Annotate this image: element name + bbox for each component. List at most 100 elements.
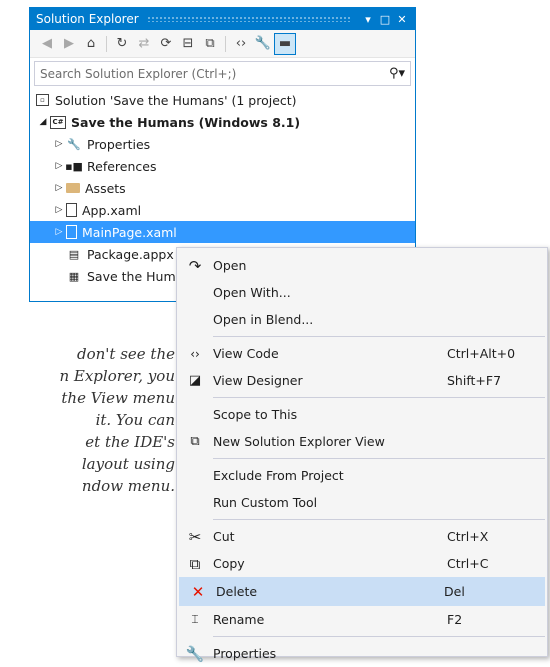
tree-item-app-xaml[interactable]: ▷ App.xaml bbox=[30, 199, 415, 221]
menu-item-label: View Code bbox=[213, 346, 279, 361]
collapsed-arrow-icon[interactable]: ▷ bbox=[52, 161, 66, 171]
csharp-project-icon: C# bbox=[50, 115, 66, 129]
title-grip[interactable] bbox=[146, 16, 350, 22]
dropdown-icon[interactable]: ▾ bbox=[361, 13, 375, 26]
solution-icon: ▫ bbox=[36, 94, 49, 106]
new-view-icon: ⧉ bbox=[190, 434, 200, 449]
menu-item-shortcut: Ctrl+Alt+0 bbox=[447, 346, 516, 361]
toolbar: ◀ ▶ ⌂ ↻ ⇄ ⟳ ⊟ ⧉ ‹› 🔧 ▬ bbox=[30, 30, 415, 58]
menu-item-label: Open in Blend... bbox=[213, 312, 314, 327]
note-line: layout using bbox=[81, 455, 175, 473]
collapsed-arrow-icon[interactable]: ▷ bbox=[52, 183, 66, 193]
tree-item-label: Solution 'Save the Humans' (1 project) bbox=[55, 92, 297, 108]
menu-item-label: Scope to This bbox=[213, 407, 298, 422]
pending-changes-icon[interactable]: ↻ bbox=[111, 33, 133, 55]
menu-item-label: Copy bbox=[213, 556, 245, 571]
menu-item-delete[interactable]: ✕ Delete Del bbox=[179, 577, 545, 606]
tree-item-label: Save the Humans (Windows 8.1) bbox=[71, 114, 301, 130]
tree-item-solution[interactable]: ▫ Solution 'Save the Humans' (1 project) bbox=[30, 89, 415, 111]
designer-icon: ◪ bbox=[188, 373, 202, 388]
menu-item-shortcut: Del bbox=[444, 584, 465, 599]
menu-item-copy[interactable]: ⧉ Copy Ctrl+C bbox=[177, 550, 547, 577]
menu-item-new-solution-explorer-view[interactable]: ⧉ New Solution Explorer View bbox=[177, 428, 547, 455]
menu-item-shortcut: Shift+F7 bbox=[447, 373, 502, 388]
properties-wrench-icon[interactable]: 🔧 bbox=[252, 33, 274, 55]
forward-icon[interactable]: ▶ bbox=[58, 33, 80, 55]
menu-item-shortcut: Ctrl+C bbox=[447, 556, 489, 571]
wrench-icon: 🔧 bbox=[67, 137, 81, 151]
handwritten-note: don't see the n Explorer, you the View m… bbox=[0, 343, 175, 497]
collapsed-arrow-icon[interactable]: ▷ bbox=[52, 227, 66, 237]
panel-title: Solution Explorer bbox=[36, 12, 139, 26]
manifest-icon: ▤ bbox=[68, 247, 80, 261]
note-line: et the IDE's bbox=[85, 433, 175, 451]
menu-item-open-in-blend[interactable]: Open in Blend... bbox=[177, 306, 547, 333]
search-icon[interactable]: ⚲▾ bbox=[389, 66, 405, 81]
tree-item-label: Package.appx bbox=[87, 246, 174, 262]
menu-item-open-with[interactable]: Open With... bbox=[177, 279, 547, 306]
note-line: n Explorer, you bbox=[59, 367, 175, 385]
show-all-files-icon[interactable]: ⧉ bbox=[199, 33, 221, 55]
rename-icon: ⌶ bbox=[191, 612, 199, 626]
menu-item-open[interactable]: ↷ Open bbox=[177, 252, 547, 279]
maximize-icon[interactable]: □ bbox=[378, 13, 392, 26]
view-code-icon[interactable]: ‹› bbox=[230, 33, 252, 55]
menu-item-exclude-from-project[interactable]: Exclude From Project bbox=[177, 462, 547, 489]
menu-separator bbox=[213, 336, 545, 337]
preview-selected-icon[interactable]: ▬ bbox=[274, 32, 296, 55]
folder-icon bbox=[66, 183, 80, 193]
note-line: ndow menu. bbox=[81, 477, 175, 495]
menu-item-label: View Designer bbox=[213, 373, 303, 388]
menu-item-label: New Solution Explorer View bbox=[213, 434, 385, 449]
menu-separator bbox=[213, 397, 545, 398]
xaml-file-icon bbox=[66, 225, 77, 239]
collapse-all-icon[interactable]: ⊟ bbox=[177, 33, 199, 55]
certificate-icon: ▦ bbox=[68, 269, 80, 283]
menu-item-label: Properties bbox=[213, 646, 277, 661]
menu-item-rename[interactable]: ⌶ Rename F2 bbox=[177, 606, 547, 633]
tree-item-properties[interactable]: ▷ 🔧 Properties bbox=[30, 133, 415, 155]
collapsed-arrow-icon[interactable]: ▷ bbox=[52, 205, 66, 215]
open-arrow-icon: ↷ bbox=[188, 256, 202, 275]
menu-item-label: Rename bbox=[213, 612, 265, 627]
menu-item-label: Open bbox=[213, 258, 247, 273]
tree-item-references[interactable]: ▷ ▪■ References bbox=[30, 155, 415, 177]
copy-icon: ⧉ bbox=[189, 554, 201, 573]
menu-separator bbox=[213, 636, 545, 637]
menu-item-shortcut: Ctrl+X bbox=[447, 529, 489, 544]
menu-item-scope-to-this[interactable]: Scope to This bbox=[177, 401, 547, 428]
tree-item-assets[interactable]: ▷ Assets bbox=[30, 177, 415, 199]
note-line: don't see the bbox=[77, 345, 175, 363]
menu-item-label: Run Custom Tool bbox=[213, 495, 318, 510]
home-icon[interactable]: ⌂ bbox=[80, 33, 102, 55]
tree-item-mainpage-xaml[interactable]: ▷ MainPage.xaml bbox=[30, 221, 415, 243]
search-input[interactable]: Search Solution Explorer (Ctrl+;) bbox=[40, 67, 389, 81]
sync-icon[interactable]: ⇄ bbox=[133, 33, 155, 55]
menu-item-properties[interactable]: 🔧 Properties bbox=[177, 640, 547, 667]
expanded-arrow-icon[interactable]: ◢ bbox=[36, 117, 50, 127]
references-icon: ▪■ bbox=[65, 159, 83, 173]
tree-item-label: App.xaml bbox=[82, 202, 142, 218]
tree-item-label: References bbox=[87, 158, 157, 174]
menu-item-view-designer[interactable]: ◪ View Designer Shift+F7 bbox=[177, 367, 547, 394]
tree-item-label: MainPage.xaml bbox=[82, 224, 177, 240]
menu-item-label: Cut bbox=[213, 529, 235, 544]
code-brackets-icon: ‹› bbox=[190, 346, 200, 361]
context-menu: ↷ Open Open With... Open in Blend... ‹› … bbox=[176, 247, 548, 663]
collapsed-arrow-icon[interactable]: ▷ bbox=[52, 139, 66, 149]
note-line: the View menu bbox=[61, 389, 175, 407]
close-icon[interactable]: ✕ bbox=[395, 13, 409, 26]
menu-item-label: Exclude From Project bbox=[213, 468, 344, 483]
menu-item-view-code[interactable]: ‹› View Code Ctrl+Alt+0 bbox=[177, 340, 547, 367]
tree-item-label: Properties bbox=[87, 136, 151, 152]
menu-item-run-custom-tool[interactable]: Run Custom Tool bbox=[177, 489, 547, 516]
search-box[interactable]: Search Solution Explorer (Ctrl+;) ⚲▾ bbox=[34, 61, 411, 86]
xaml-file-icon bbox=[66, 203, 77, 217]
wrench-icon: 🔧 bbox=[185, 644, 205, 663]
tree-item-project[interactable]: ◢ C# Save the Humans (Windows 8.1) bbox=[30, 111, 415, 133]
title-bar: Solution Explorer ▾ □ ✕ bbox=[30, 8, 415, 30]
back-icon[interactable]: ◀ bbox=[36, 33, 58, 55]
refresh-icon[interactable]: ⟳ bbox=[155, 33, 177, 55]
menu-item-cut[interactable]: ✂ Cut Ctrl+X bbox=[177, 523, 547, 550]
menu-separator bbox=[213, 519, 545, 520]
